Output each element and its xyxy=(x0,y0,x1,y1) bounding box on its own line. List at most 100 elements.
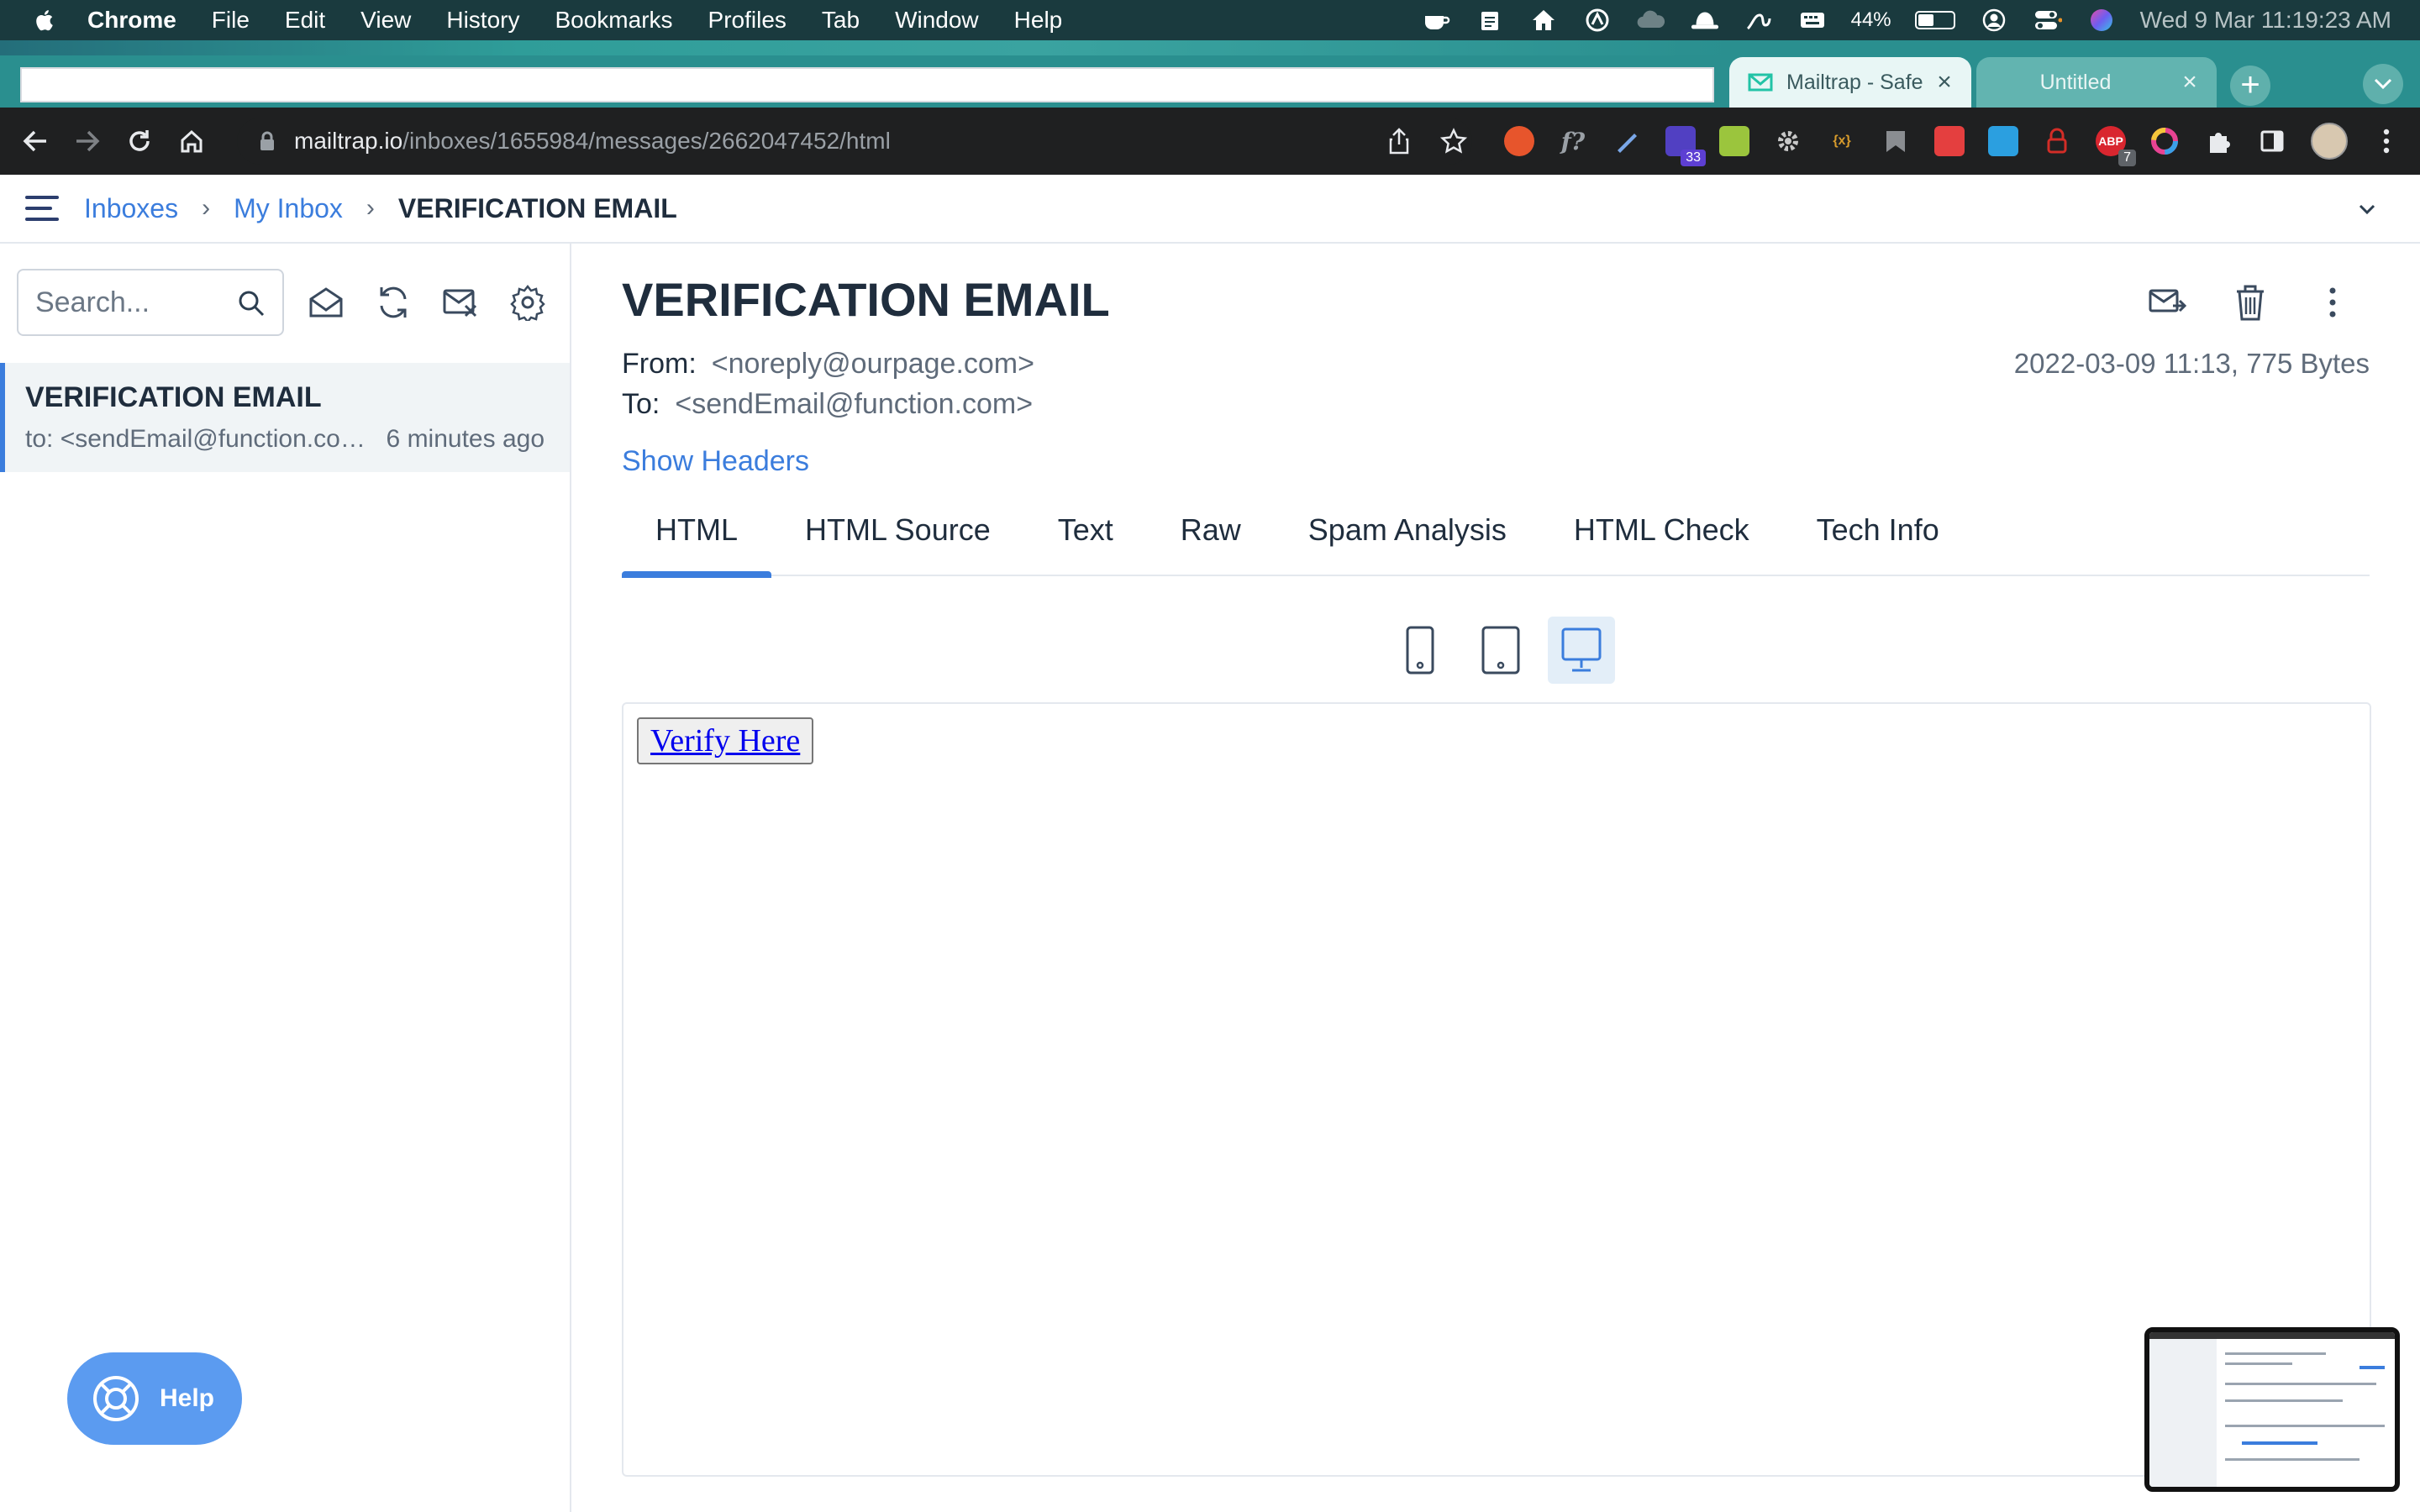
mark-read-icon[interactable] xyxy=(308,284,345,321)
creative-cloud-icon[interactable] xyxy=(1582,8,1612,32)
adblock-extension-icon[interactable]: ABP 7 xyxy=(2096,126,2136,166)
message-list-item[interactable]: VERIFICATION EMAIL to: <sendEmail@functi… xyxy=(0,363,570,472)
side-panel-icon[interactable] xyxy=(2257,126,2287,156)
menubar-clock[interactable]: Wed 9 Mar 11:19:23 AM xyxy=(2140,7,2391,34)
share-icon[interactable] xyxy=(1388,128,1410,155)
tab-text[interactable]: Text xyxy=(1024,496,1147,576)
formula-extension-icon[interactable]: f? xyxy=(1558,126,1588,156)
address-bar[interactable]: mailtrap.io/inboxes/1655984/messages/266… xyxy=(237,118,1472,165)
apple-logo-icon[interactable] xyxy=(34,8,54,32)
device-preview-toggle xyxy=(1386,617,1615,684)
keyboard-icon[interactable] xyxy=(1797,8,1828,32)
bookmark-star-icon[interactable] xyxy=(1440,128,1467,155)
menu-edit[interactable]: Edit xyxy=(285,7,325,34)
macos-menu-bar: Chrome File Edit View History Bookmarks … xyxy=(0,0,2420,40)
red-extension-icon[interactable] xyxy=(1934,126,1965,156)
desktop-view-button[interactable] xyxy=(1548,617,1615,684)
hat-icon[interactable] xyxy=(1690,8,1720,32)
more-options-icon[interactable] xyxy=(2312,282,2353,323)
breadcrumb-my-inbox[interactable]: My Inbox xyxy=(234,193,343,224)
breadcrumb-current: VERIFICATION EMAIL xyxy=(397,192,677,223)
browser-tab-mailtrap[interactable]: Mailtrap - Safe Email Testing × xyxy=(1729,57,1971,108)
home-icon xyxy=(181,129,203,153)
profile-avatar[interactable] xyxy=(2311,123,2348,160)
email-title: VERIFICATION EMAIL xyxy=(622,273,1110,326)
fire-extension-icon[interactable] xyxy=(1504,126,1534,156)
coffee-cup-icon[interactable] xyxy=(1421,8,1451,32)
verify-here-button[interactable]: Verify Here xyxy=(637,717,814,764)
phone-icon xyxy=(1406,626,1434,675)
json-extension-icon[interactable]: {x} xyxy=(1827,126,1857,156)
forward-email-icon[interactable] xyxy=(2148,282,2188,323)
lastpass-extension-icon[interactable] xyxy=(2042,126,2072,156)
book-extension-icon[interactable] xyxy=(1719,126,1749,156)
tab-html-source[interactable]: HTML Source xyxy=(771,496,1024,576)
blue-extension-icon[interactable] xyxy=(1988,126,2018,156)
help-button[interactable]: Help xyxy=(67,1352,242,1445)
breadcrumb-separator: › xyxy=(202,194,211,222)
tab-raw[interactable]: Raw xyxy=(1147,496,1275,576)
chevron-down-icon[interactable] xyxy=(2356,198,2378,220)
arrow-right-icon xyxy=(76,130,100,152)
browser-toolbar: mailtrap.io/inboxes/1655984/messages/266… xyxy=(0,108,2420,175)
tab-close-icon[interactable]: × xyxy=(2175,68,2205,97)
battery-icon[interactable] xyxy=(1914,11,1955,29)
from-row: From: <noreply@ourpage.com> xyxy=(622,348,1034,381)
mobile-view-button[interactable] xyxy=(1386,617,1454,684)
menu-file[interactable]: File xyxy=(212,7,250,34)
scribble-icon[interactable] xyxy=(1744,8,1774,32)
menu-bookmarks[interactable]: Bookmarks xyxy=(555,7,672,34)
help-label: Help xyxy=(160,1384,215,1412)
breadcrumb-inboxes[interactable]: Inboxes xyxy=(84,193,178,224)
menu-window[interactable]: Window xyxy=(895,7,979,34)
menu-profiles[interactable]: Profiles xyxy=(708,7,786,34)
pen-extension-icon[interactable] xyxy=(1612,126,1642,156)
gear-extension-icon[interactable] xyxy=(1773,126,1803,156)
tab-html-check[interactable]: HTML Check xyxy=(1540,496,1783,576)
home-button[interactable] xyxy=(175,124,208,158)
from-address: <noreply@ourpage.com> xyxy=(711,348,1034,380)
menu-history[interactable]: History xyxy=(446,7,519,34)
menu-help[interactable]: Help xyxy=(1014,7,1063,34)
chrome-menu-icon[interactable] xyxy=(2371,126,2402,156)
lock-icon[interactable] xyxy=(259,131,276,151)
search-icon[interactable] xyxy=(237,289,266,318)
screenshot-thumbnail[interactable] xyxy=(2144,1327,2400,1492)
tab-html[interactable]: HTML xyxy=(622,496,771,578)
control-center-icon[interactable] xyxy=(2033,8,2063,32)
clear-inbox-icon[interactable] xyxy=(442,284,479,321)
search-input[interactable] xyxy=(35,286,237,319)
cloud-icon[interactable] xyxy=(1636,8,1666,32)
browser-tab-untitled[interactable]: Untitled × xyxy=(1976,57,2217,108)
menu-view[interactable]: View xyxy=(360,7,411,34)
new-tab-button[interactable]: + xyxy=(2230,66,2270,106)
siri-icon[interactable] xyxy=(2086,8,2117,32)
bookmark-extension-icon[interactable] xyxy=(1881,126,1911,156)
menu-tab[interactable]: Tab xyxy=(822,7,860,34)
hamburger-menu-icon[interactable] xyxy=(25,196,59,221)
gear-icon[interactable] xyxy=(509,284,546,321)
trash-icon[interactable] xyxy=(2230,282,2270,323)
tab-title: Mailtrap - Safe Email Testing xyxy=(1786,70,1929,94)
forward-button[interactable] xyxy=(71,124,104,158)
tab-search-button[interactable] xyxy=(2363,64,2403,104)
tablet-view-button[interactable] xyxy=(1467,617,1534,684)
show-headers-link[interactable]: Show Headers xyxy=(622,445,809,478)
clipboard-icon[interactable] xyxy=(1475,8,1505,32)
tab-tech-info[interactable]: Tech Info xyxy=(1783,496,1973,576)
inbox-sidebar: VERIFICATION EMAIL to: <sendEmail@functi… xyxy=(0,244,571,1512)
breadcrumb-separator: › xyxy=(366,194,375,222)
url-path: /inboxes/1655984/messages/2662047452/htm… xyxy=(402,128,891,154)
color-wheel-extension-icon[interactable] xyxy=(2149,126,2180,156)
back-button[interactable] xyxy=(18,124,52,158)
to-label: To: xyxy=(622,388,660,420)
tab-close-icon[interactable]: × xyxy=(1929,68,1960,97)
menu-app-name[interactable]: Chrome xyxy=(87,7,176,34)
home-icon[interactable] xyxy=(1528,8,1559,32)
wizard-hat-extension-icon[interactable]: 33 xyxy=(1665,126,1706,166)
tab-spam-analysis[interactable]: Spam Analysis xyxy=(1275,496,1540,576)
user-account-icon[interactable] xyxy=(1979,8,2009,32)
puzzle-extensions-icon[interactable] xyxy=(2203,126,2233,156)
refresh-icon[interactable] xyxy=(375,284,412,321)
reload-button[interactable] xyxy=(123,124,156,158)
